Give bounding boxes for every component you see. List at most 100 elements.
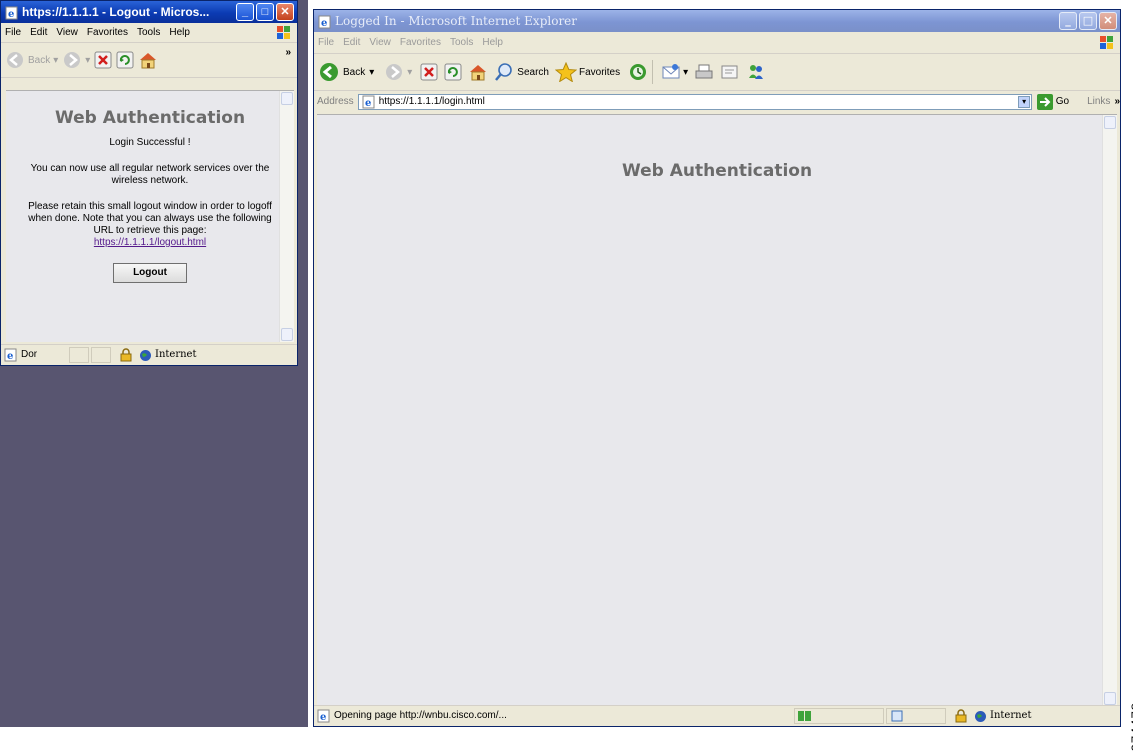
forward-button[interactable]: ▾ [62,50,90,70]
menu-favorites[interactable]: Favorites [87,27,128,38]
windows-flag-icon [277,26,290,39]
logout-button[interactable]: Logout [113,263,187,283]
logout-window-title: https://1.1.1.1 - Logout - Micros... [22,5,210,19]
links-chevron[interactable]: » [1114,92,1120,112]
menu-help[interactable]: Help [482,37,503,48]
network-services-text: You can now use all regular network serv… [30,163,270,186]
progress-pane [794,708,884,724]
history-button[interactable] [628,62,648,82]
logout-scrollbar[interactable] [279,91,294,342]
search-button[interactable]: Search [494,62,549,82]
minimize-icon[interactable]: _ [1059,12,1077,30]
menu-tools[interactable]: Tools [137,27,160,38]
logout-window: e https://1.1.1.1 - Logout - Micros... _… [0,0,298,366]
back-label: Back [343,66,366,78]
favorites-button[interactable]: Favorites [554,62,621,82]
svg-text:e: e [320,712,326,723]
main-addressbar: Address e https://1.1.1.1/login.html ▾ G… [314,92,1120,112]
close-icon[interactable]: ✕ [276,3,294,21]
back-button[interactable]: Back ▾ [318,61,374,83]
menu-view[interactable]: View [56,27,78,38]
stop-icon [94,51,112,69]
favorites-label: Favorites [578,66,621,78]
scroll-up-arrow[interactable] [1104,116,1116,129]
messenger-button[interactable] [746,62,766,82]
popup-pane [886,708,946,724]
back-icon [320,63,338,81]
main-window: e Logged In - Microsoft Internet Explore… [313,9,1121,727]
address-label: Address [317,96,354,107]
scroll-up-arrow[interactable] [281,92,293,105]
refresh-icon [444,63,462,81]
main-heading: Web Authentication [621,161,813,181]
svg-text:e: e [8,9,14,20]
logout-status-text: Dor [21,349,38,360]
menu-tools[interactable]: Tools [450,37,473,48]
mail-button[interactable]: ▾ [661,63,688,81]
menu-favorites[interactable]: Favorites [400,37,441,48]
scroll-down-arrow[interactable] [1104,692,1116,705]
status-pane [69,347,89,363]
logout-window-titlebar[interactable]: e https://1.1.1.1 - Logout - Micros... _… [1,1,297,23]
print-icon [695,64,713,79]
logout-toolbar: Back ▾ ▾ » [1,43,297,78]
menu-file[interactable]: File [5,27,21,38]
forward-icon [386,64,403,80]
maximize-icon[interactable]: □ [1079,12,1097,30]
address-input[interactable]: e https://1.1.1.1/login.html ▾ [357,94,1033,110]
home-icon [470,65,487,81]
favorites-icon [554,62,577,82]
globe-icon [975,710,986,722]
ie-page-icon: e [362,95,375,109]
go-icon[interactable] [1037,94,1053,110]
toolbar-chevron[interactable]: » [285,47,291,58]
maximize-icon[interactable]: □ [256,3,274,21]
lock-icon [120,348,132,362]
ie-page-icon: e [5,5,19,20]
menu-edit[interactable]: Edit [30,27,47,38]
stop-button[interactable] [420,63,438,81]
home-button[interactable] [468,63,488,81]
refresh-button[interactable] [444,63,462,81]
refresh-button[interactable] [116,51,134,69]
logout-content: Web Authentication Login Successful ! Yo… [6,90,294,342]
links-label[interactable]: Links [1087,92,1110,112]
main-statusbar: e Opening page http://wnbu.cisco.com/...… [314,705,1120,726]
logout-url-link[interactable]: https://1.1.1.1/logout.html [6,237,294,249]
edit-button[interactable] [720,63,740,81]
logout-heading: Web Authentication [54,108,246,128]
back-icon [7,52,23,68]
close-icon[interactable]: ✕ [1099,12,1117,30]
main-status-zone: Internet [990,710,1032,721]
search-label: Search [517,66,549,78]
forward-button[interactable]: ▾ [384,62,412,82]
globe-icon [140,349,151,361]
history-icon [630,64,647,80]
ie-page-icon: e [318,14,332,29]
retain-window-text: Please retain this small logout window i… [28,201,272,236]
main-toolbar: Back ▾ ▾ Search Favorites ▾ [314,54,1120,91]
address-dropdown-arrow[interactable]: ▾ [1018,96,1031,108]
refresh-icon [116,51,134,69]
mail-icon [662,64,680,79]
stop-button[interactable] [94,51,112,69]
logout-status-zone: Internet [155,349,197,360]
address-value: https://1.1.1.1/login.html [378,96,485,107]
menu-file[interactable]: File [318,37,334,48]
go-label[interactable]: Go [1056,92,1069,112]
main-window-titlebar[interactable]: e Logged In - Microsoft Internet Explore… [314,10,1120,32]
back-button[interactable]: Back ▾ [5,50,58,70]
menu-view[interactable]: View [369,37,391,48]
scroll-down-arrow[interactable] [281,328,293,341]
menu-edit[interactable]: Edit [343,37,360,48]
home-icon [140,53,157,69]
menu-help[interactable]: Help [169,27,190,38]
home-button[interactable] [138,51,158,69]
main-window-title: Logged In - Microsoft Internet Explorer [335,14,578,28]
back-label: Back [28,54,51,66]
print-button[interactable] [694,63,714,81]
main-scrollbar[interactable] [1102,115,1117,706]
logout-menubar: File Edit View Favorites Tools Help [1,24,297,43]
svg-text:e: e [7,351,13,362]
minimize-icon[interactable]: _ [236,3,254,21]
